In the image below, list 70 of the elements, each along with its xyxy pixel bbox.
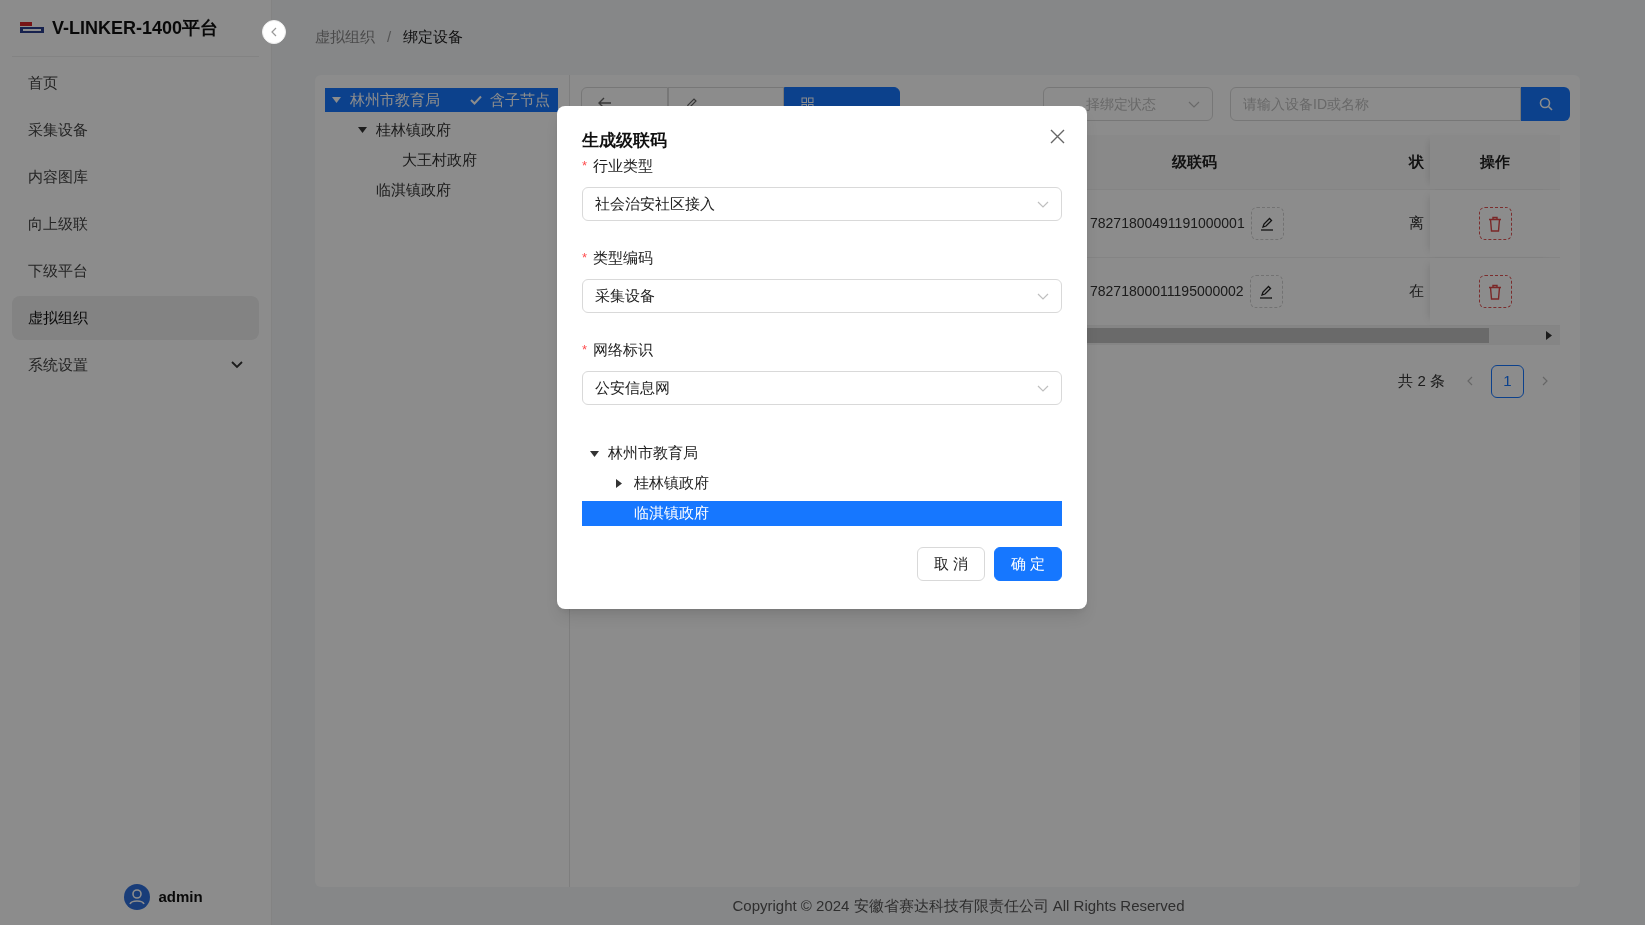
- include-children-checkbox[interactable]: 含子节点: [470, 88, 550, 112]
- edit-button[interactable]: [1250, 207, 1284, 240]
- field-label: 网络标识: [593, 339, 654, 360]
- pencil-icon: [1259, 215, 1276, 232]
- chevron-left-icon: [271, 27, 277, 37]
- arrow-left-icon: [598, 97, 612, 109]
- close-icon: [1049, 128, 1065, 144]
- field-label: 类型编码: [593, 247, 654, 268]
- sidebar-item[interactable]: 向上级联: [12, 202, 259, 246]
- delete-button[interactable]: [1478, 207, 1512, 240]
- search-icon: [1538, 97, 1553, 111]
- sidebar-item[interactable]: 采集设备: [12, 108, 259, 152]
- chevron-right-icon: [1542, 376, 1548, 386]
- sidebar-item[interactable]: 虚拟组织: [12, 296, 259, 340]
- chevron-down-icon: [1037, 200, 1049, 208]
- username: admin: [158, 886, 203, 907]
- pagination-total: 共 2 条: [1398, 370, 1445, 391]
- sidebar-item[interactable]: 下级平台: [12, 249, 259, 293]
- column-header: 操作: [1430, 135, 1560, 189]
- select-field[interactable]: 采集设备: [582, 279, 1062, 313]
- sidebar-item[interactable]: 系统设置: [12, 343, 259, 387]
- brand-title: V-LINKER-1400平台: [52, 16, 219, 40]
- trash-icon: [1488, 283, 1502, 300]
- caret-down-icon: [332, 97, 341, 103]
- copyright-text: Copyright © 2024 安徽省赛达科技有限责任公司 All Rights Reserved: [731, 895, 1186, 916]
- caret-down-icon: [590, 450, 599, 457]
- search-button[interactable]: [1521, 87, 1570, 121]
- sidebar-item[interactable]: 首页: [12, 61, 259, 105]
- select-field[interactable]: 社会治安社区接入: [582, 187, 1062, 221]
- check-icon: [470, 95, 482, 105]
- column-header: 状: [1407, 151, 1425, 172]
- sidebar-item[interactable]: 内容图库: [12, 155, 259, 199]
- caret-down-icon: [358, 127, 367, 133]
- logo-icon: [20, 22, 44, 34]
- required-mark: *: [582, 249, 588, 268]
- caret-right-icon: [616, 479, 622, 488]
- page-button[interactable]: 1: [1491, 364, 1524, 398]
- tree-node[interactable]: 林州市教育局: [582, 441, 1062, 466]
- tree-node[interactable]: 桂林镇政府: [325, 118, 558, 142]
- select-field[interactable]: 公安信息网: [582, 371, 1062, 405]
- pencil-icon: [1258, 283, 1275, 300]
- table-cell-text: 离: [1409, 213, 1424, 234]
- tree-node[interactable]: 临淇镇政府: [325, 178, 558, 202]
- table-cell-text: 78271800491191000001: [1090, 214, 1245, 233]
- cancel-button[interactable]: 取消: [917, 547, 985, 581]
- tree-node[interactable]: 临淇镇政府: [582, 501, 1062, 526]
- chevron-down-icon: [1037, 384, 1049, 392]
- confirm-button[interactable]: 确定: [994, 547, 1062, 581]
- breadcrumb-item[interactable]: 虚拟组织: [315, 26, 375, 49]
- caret-right-icon: [1546, 331, 1552, 340]
- chevron-down-icon: [1188, 100, 1200, 108]
- tree-node[interactable]: 大王村政府: [325, 148, 558, 172]
- chevron-down-icon: [1037, 292, 1049, 300]
- breadcrumb-separator: /: [387, 27, 392, 48]
- edit-button[interactable]: [1249, 275, 1283, 308]
- trash-icon: [1488, 215, 1502, 232]
- required-mark: *: [582, 157, 588, 176]
- user-avatar-icon: [124, 884, 151, 910]
- breadcrumb-item: 绑定设备: [403, 27, 464, 48]
- chevron-left-icon: [1467, 376, 1473, 386]
- dialog-title: 生成级联码: [582, 130, 667, 153]
- tree-node[interactable]: 桂林镇政府: [582, 471, 1062, 496]
- tree-node[interactable]: 林州市教育局 含子节点: [325, 88, 558, 112]
- table-cell-text: 78271800011195000002: [1090, 282, 1244, 301]
- required-mark: *: [582, 341, 588, 360]
- table-cell-text: 在: [1409, 281, 1424, 302]
- delete-button[interactable]: [1478, 275, 1512, 308]
- field-label: 行业类型: [593, 155, 654, 176]
- collapse-button[interactable]: [262, 20, 286, 44]
- column-header: 级联码: [1170, 151, 1218, 172]
